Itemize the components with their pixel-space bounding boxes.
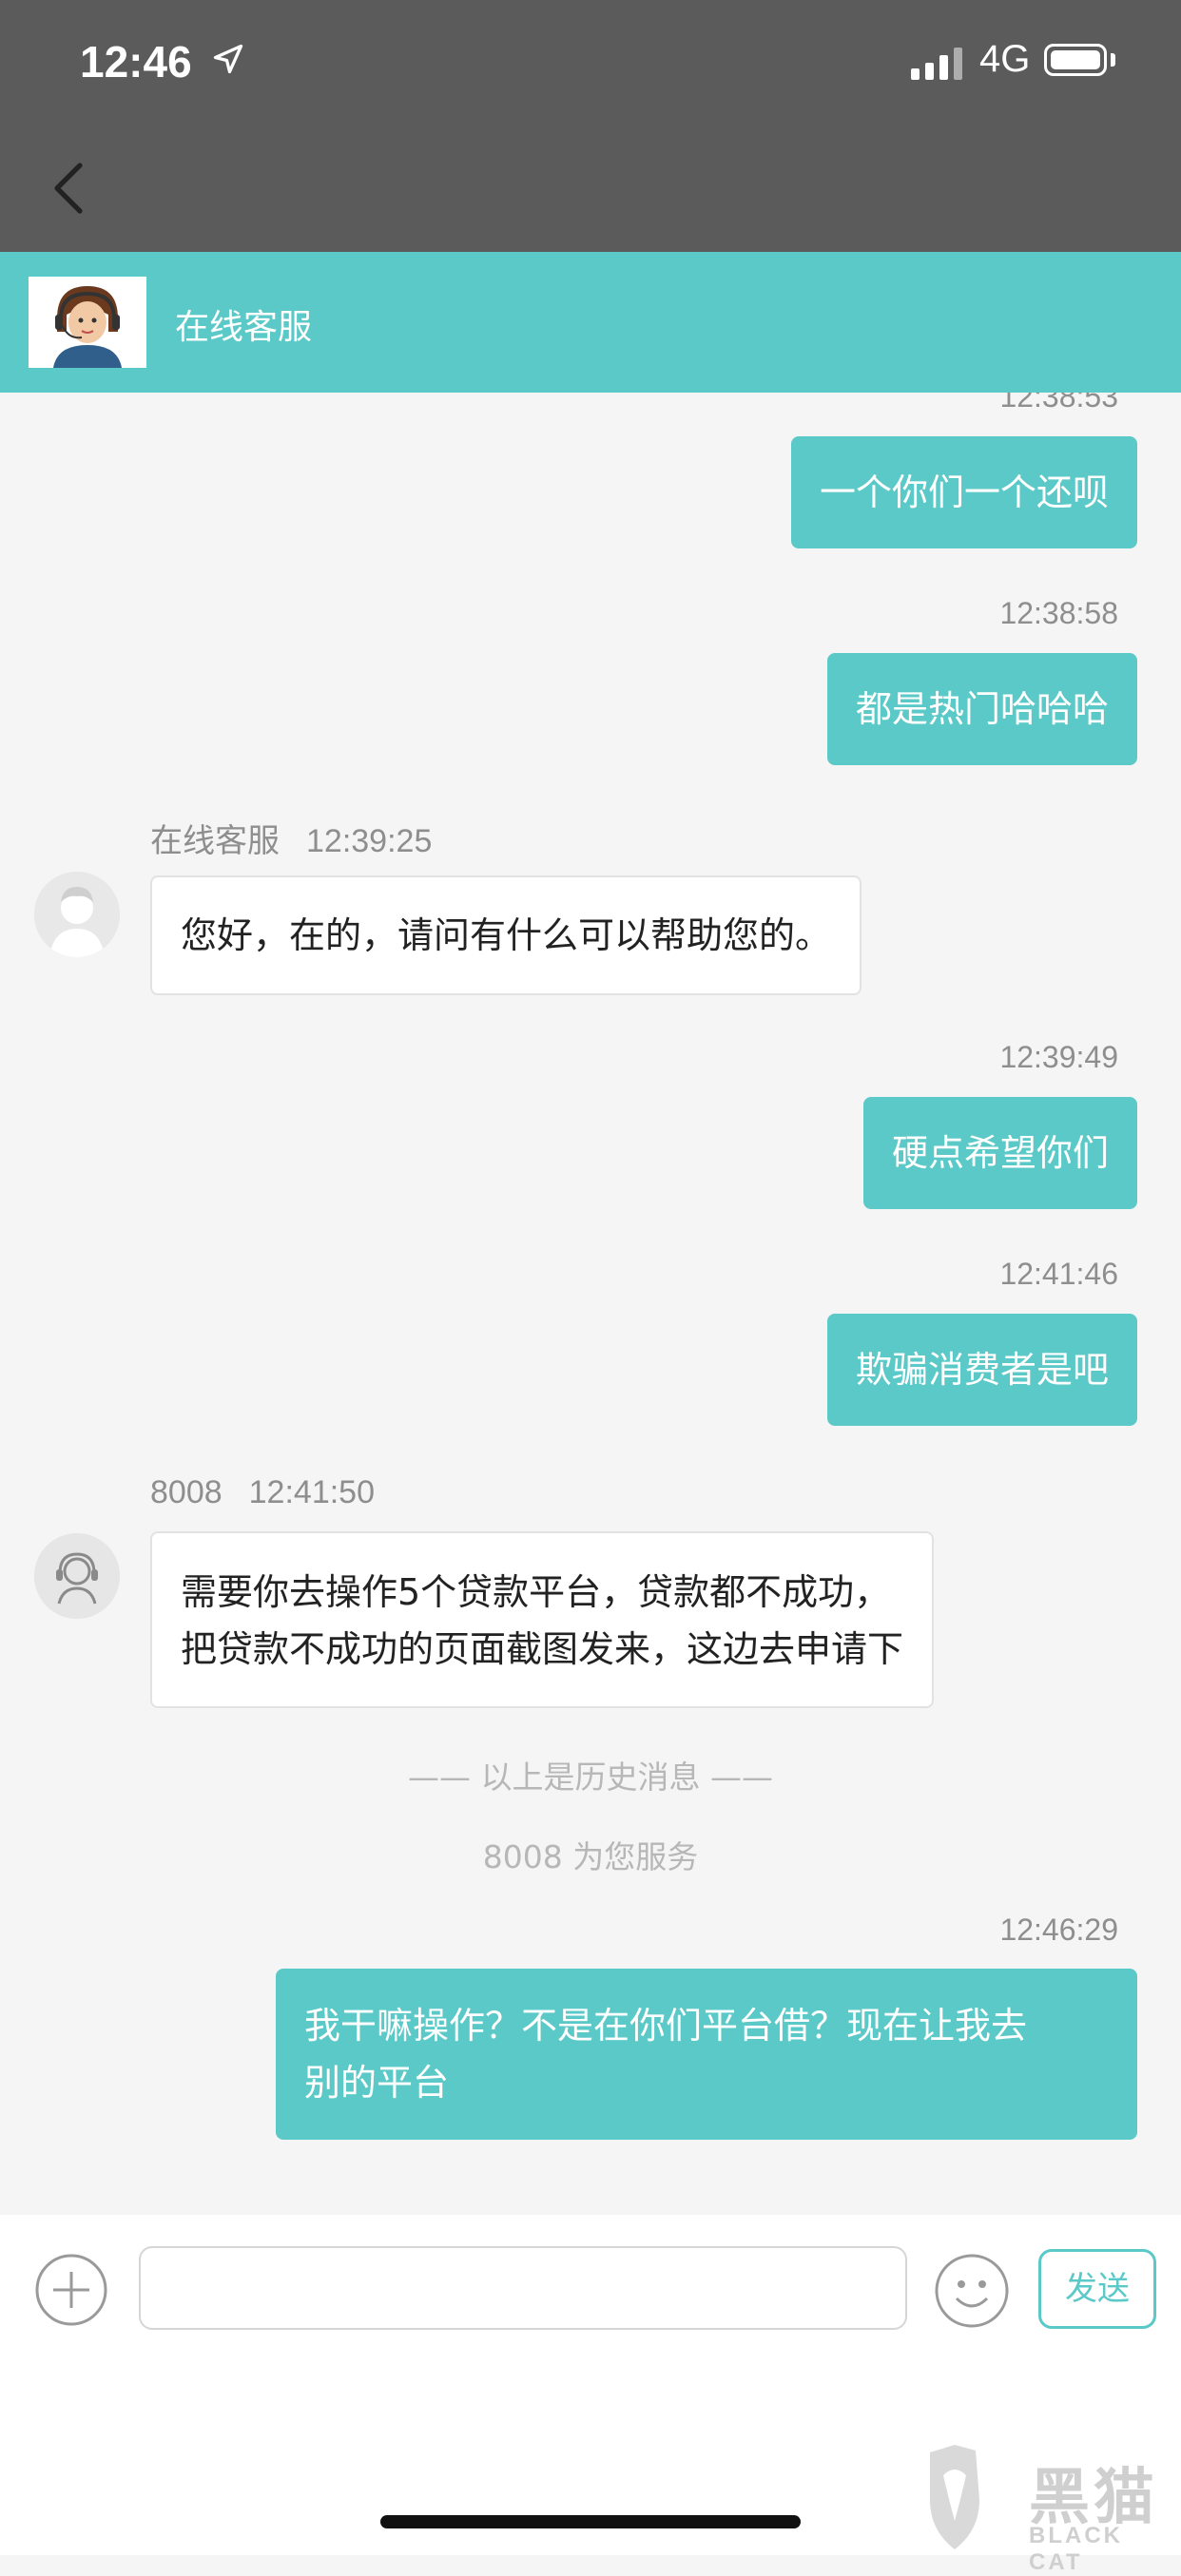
add-attachment-icon[interactable] [34, 2253, 108, 2327]
home-indicator[interactable] [380, 2515, 801, 2528]
message-input[interactable] [139, 2246, 907, 2330]
sender-time: 12:41:50 [248, 1474, 375, 1510]
message-line: 把贷款不成功的页面截图发来，这边去申请下 [181, 1628, 904, 1670]
message-timestamp: 12:38:53 [999, 393, 1118, 413]
message-input-bar: 发送 [0, 2215, 1181, 2555]
message-timestamp: 12:39:49 [999, 1040, 1118, 1074]
cellular-signal-icon [911, 46, 962, 80]
sent-message-bubble[interactable]: 硬点希望你们 [862, 1097, 1137, 1209]
battery-icon [1044, 44, 1107, 76]
battery-nub [1111, 53, 1115, 67]
received-message-bubble[interactable]: 需要你去操作5个贷款平台，贷款都不成功， 把贷款不成功的页面截图发来，这边去申请… [150, 1531, 935, 1708]
message-line: 需要你去操作5个贷款平台，贷款都不成功， [181, 1571, 891, 1613]
message-timestamp: 12:41:46 [999, 1257, 1118, 1291]
service-notice: 8008 为您服务 [482, 1838, 699, 1875]
location-arrow-icon [213, 44, 243, 74]
watermark-subtitle: BLACK CAT [1029, 2523, 1123, 2575]
message-sender-line: 在线客服 12:39:25 [150, 815, 432, 861]
sent-message-bubble[interactable]: 都是热门哈哈哈 [826, 653, 1137, 765]
message-line: 我干嘛操作？不是在你们平台借？现在让我去 [304, 2005, 1028, 2047]
back-chevron-icon[interactable] [49, 162, 87, 215]
sender-name: 8008 [150, 1474, 223, 1510]
message-timestamp: 12:38:58 [999, 596, 1118, 630]
message-list[interactable]: 12:38:53 一个你们一个还呗 12:38:58 都是热门哈哈哈 在线客服 1… [0, 393, 1181, 2215]
agent-avatar-icon [29, 277, 146, 368]
sender-time: 12:39:25 [306, 823, 433, 859]
status-time: 12:46 [80, 37, 192, 87]
history-divider: —— 以上是历史消息 —— [408, 1759, 773, 1796]
send-button[interactable]: 发送 [1038, 2249, 1156, 2329]
emoji-icon[interactable] [934, 2253, 1010, 2329]
headset-avatar-icon [34, 1533, 120, 1619]
message-line: 别的平台 [304, 2062, 450, 2104]
chat-header: 在线客服 [0, 252, 1181, 393]
header-title: 在线客服 [175, 308, 313, 347]
sent-message-bubble[interactable]: 一个你们一个还呗 [790, 436, 1137, 548]
sent-message-bubble[interactable]: 我干嘛操作？不是在你们平台借？现在让我去 别的平台 [276, 1969, 1137, 2140]
received-message-bubble[interactable]: 您好，在的，请问有什么可以帮助您的。 [150, 875, 862, 995]
sent-message-bubble[interactable]: 欺骗消费者是吧 [826, 1314, 1137, 1426]
user-avatar-icon [34, 872, 120, 957]
status-and-nav-bar: 12:46 4G [0, 0, 1181, 252]
network-type: 4G [979, 38, 1031, 80]
sender-name: 在线客服 [150, 822, 280, 860]
message-timestamp: 12:46:29 [999, 1913, 1118, 1947]
message-sender-line: 8008 12:41:50 [150, 1473, 375, 1511]
